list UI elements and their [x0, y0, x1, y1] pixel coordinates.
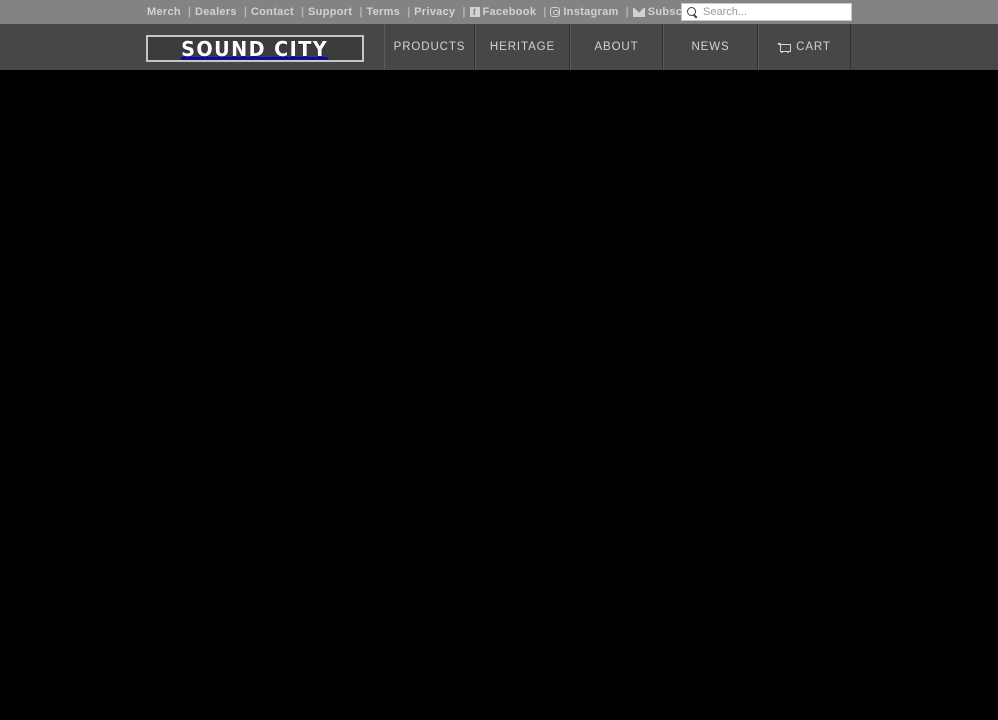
- nav-item-news-label: NEWS: [691, 41, 730, 53]
- search-box[interactable]: [681, 3, 852, 21]
- nav-item-products-label: PRODUCTS: [393, 41, 466, 53]
- search-input[interactable]: [703, 5, 851, 19]
- topbar-link-terms-label: Terms: [366, 6, 401, 18]
- nav-item-products[interactable]: PRODUCTS: [384, 24, 475, 70]
- topbar-separator: |: [243, 6, 247, 18]
- nav-item-about-label: ABOUT: [594, 41, 639, 53]
- topbar-link-privacy-label: Privacy: [414, 6, 456, 18]
- topbar-link-support-label: Support: [308, 6, 353, 18]
- primary-nav: PRODUCTS HERITAGE ABOUT NEWS CART: [384, 24, 851, 70]
- topbar-link-dealers[interactable]: Dealers: [195, 0, 237, 24]
- facebook-icon: f: [469, 7, 480, 17]
- topbar-separator: |: [300, 6, 305, 18]
- topbar-link-contact[interactable]: Contact: [251, 0, 294, 24]
- topbar-link-instagram[interactable]: Instagram: [550, 0, 618, 24]
- topbar-separator: |: [359, 6, 363, 18]
- topbar-link-privacy[interactable]: Privacy: [414, 0, 455, 24]
- topbar-link-contact-label: Contact: [250, 6, 294, 18]
- nav-item-cart-label: CART: [796, 41, 831, 53]
- topbar-link-facebook-label: Facebook: [482, 6, 537, 18]
- topbar-separator: |: [462, 6, 466, 18]
- nav-item-about[interactable]: ABOUT: [570, 24, 663, 70]
- nav-item-cart[interactable]: CART: [758, 24, 851, 70]
- cart-wheels: [781, 51, 790, 54]
- topbar-link-merch[interactable]: Merch: [147, 0, 181, 24]
- envelope-icon: [632, 7, 645, 17]
- topbar-link-instagram-label: Instagram: [563, 6, 619, 18]
- topbar-link-support[interactable]: Support: [308, 0, 352, 24]
- nav-item-news[interactable]: NEWS: [663, 24, 758, 70]
- topbar-separator: |: [543, 6, 547, 18]
- main-navigation-bar: SOUND CITY PRODUCTS HERITAGE ABOUT NEWS …: [0, 24, 998, 70]
- top-utility-bar: Merch | Dealers | Contact | Support | Te…: [0, 0, 998, 24]
- page-content-area: [0, 70, 998, 720]
- instagram-icon: [550, 7, 561, 17]
- site-logo-text: SOUND CITY: [181, 36, 329, 61]
- topbar-separator: |: [407, 6, 411, 18]
- nav-item-heritage[interactable]: HERITAGE: [475, 24, 570, 70]
- topbar-link-facebook[interactable]: f Facebook: [469, 0, 537, 24]
- topbar-link-merch-label: Merch: [147, 6, 181, 18]
- topbar-link-dealers-label: Dealers: [194, 6, 237, 18]
- top-utility-links: Merch | Dealers | Contact | Support | Te…: [147, 0, 704, 24]
- topbar-separator: |: [187, 6, 191, 18]
- topbar-link-terms[interactable]: Terms: [366, 0, 400, 24]
- cart-icon: [778, 43, 792, 54]
- site-logo[interactable]: SOUND CITY: [146, 35, 364, 62]
- search-icon: [687, 6, 698, 18]
- topbar-separator: |: [625, 6, 629, 18]
- nav-item-heritage-label: HERITAGE: [489, 41, 556, 53]
